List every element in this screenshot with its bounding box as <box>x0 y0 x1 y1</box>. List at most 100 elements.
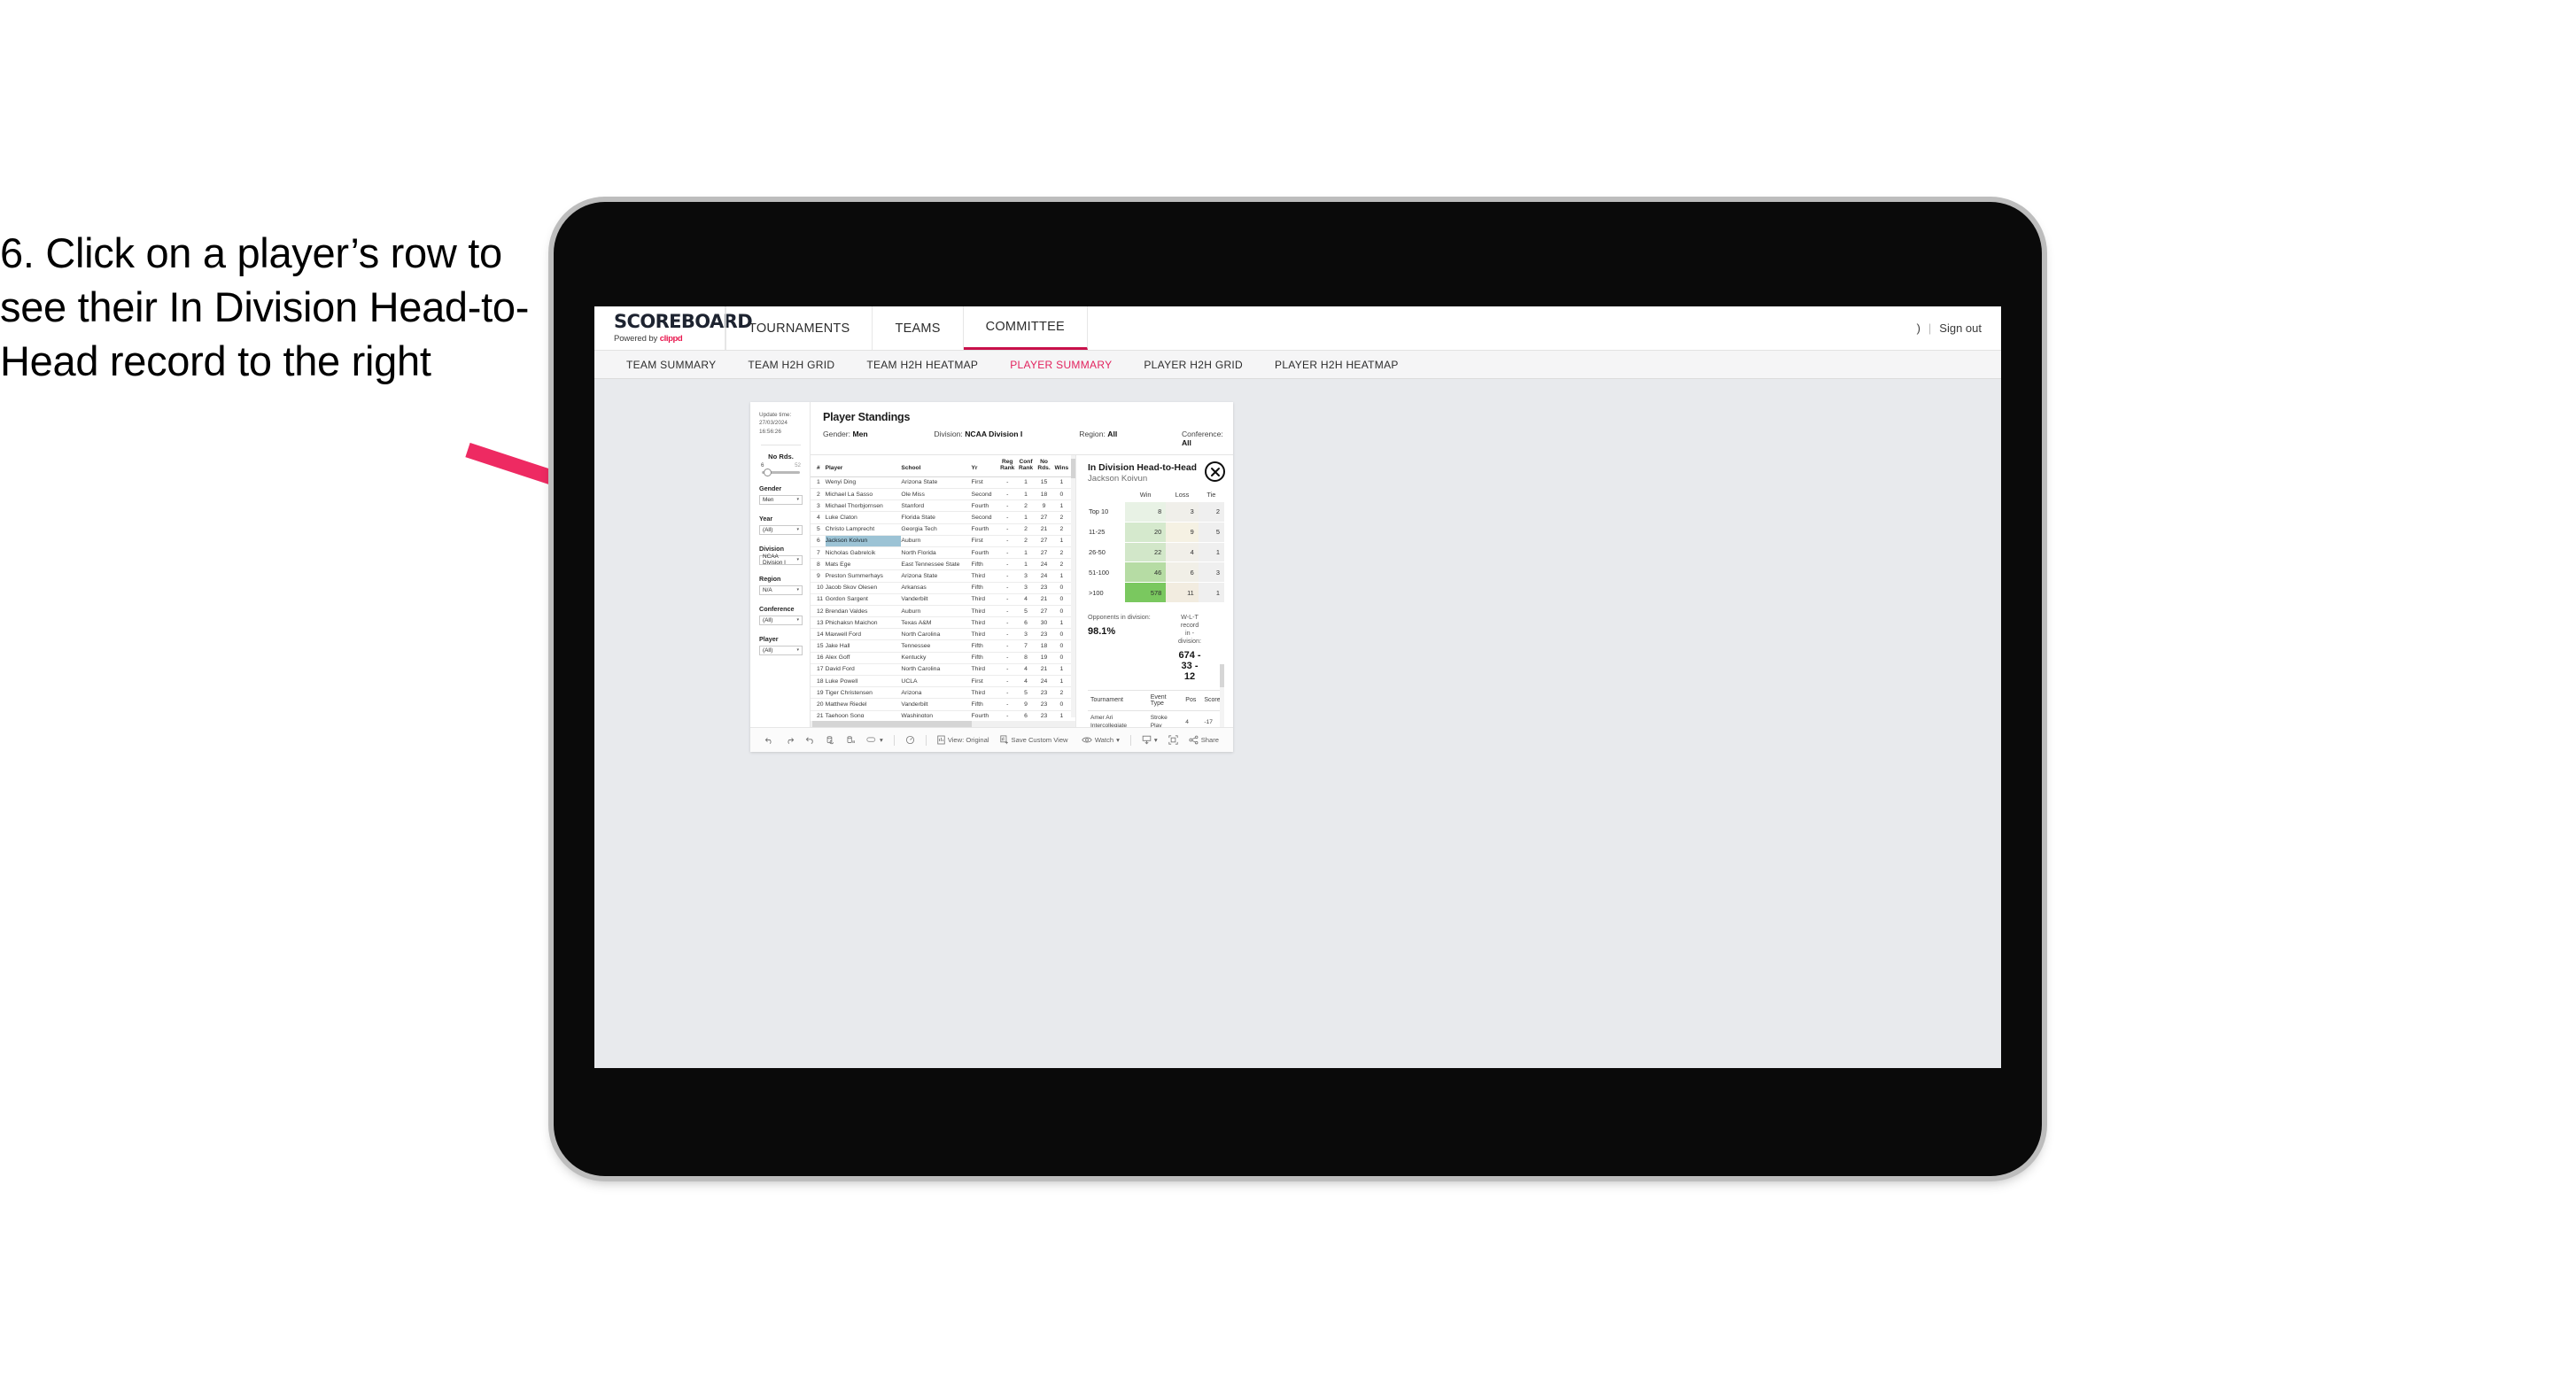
table-row[interactable]: 18 Luke Powell UCLA First -4 24 1 <box>811 675 1071 688</box>
filter-year-select[interactable]: (All) ▾ <box>759 524 803 535</box>
table-row[interactable]: 2 Michael La Sasso Ole Miss Second -1 18 0 <box>811 488 1071 501</box>
col-rank[interactable]: # <box>811 455 826 477</box>
col-reg-rank[interactable]: Reg Rank <box>998 455 1018 477</box>
no-rounds-slider-handle[interactable] <box>764 468 772 476</box>
scoreboard-logo[interactable]: SCOREBOARD Powered by clippd <box>594 306 753 350</box>
table-row[interactable]: 16 Alex Goff Kentucky Fifth -8 19 0 <box>811 652 1071 664</box>
save-custom-view-button[interactable]: Save Custom View <box>995 735 1074 745</box>
table-row[interactable]: 12 Brendan Valdes Auburn Third -5 27 0 <box>811 605 1071 618</box>
pause-updates-icon[interactable] <box>841 735 861 745</box>
table-row[interactable]: 19 Tiger Christensen Arizona Third -5 23 2 <box>811 686 1071 700</box>
update-time-value: 27/03/2024 16:56:26 <box>759 420 788 435</box>
col-tournament[interactable]: Tournament <box>1088 689 1148 711</box>
table-row[interactable]: 11 Gordon Sargent Vanderbilt Third -4 21 0 <box>811 593 1071 606</box>
col-conf-rank[interactable]: Conf Rank <box>1017 455 1036 477</box>
table-row[interactable]: 9 Preston Summerhays Arizona State Third -3 2… <box>811 569 1071 583</box>
no-rounds-filter[interactable]: No Rds. 6 52 <box>759 453 803 476</box>
table-row[interactable]: 7 Nicholas Gabrelcik North Florida Fourth -1… <box>811 546 1071 560</box>
cell-wins: 2 <box>1053 546 1071 560</box>
summary-region-value: All <box>1107 430 1118 438</box>
tab-team-h2h-heatmap[interactable]: TEAM H2H HEATMAP <box>850 359 994 371</box>
standings-horizontal-scrollbar[interactable] <box>811 721 1075 727</box>
filter-gender: Gender Men ▾ <box>759 484 803 505</box>
table-row[interactable]: 5 Christo Lamprecht Georgia Tech Fourth -2 21… <box>811 523 1071 536</box>
filter-player-select[interactable]: (All) ▾ <box>759 645 803 655</box>
player-standings-table-wrapper: # Player School Yr Reg Rank Conf Rank No… <box>811 455 1076 727</box>
col-event-type[interactable]: Event Type <box>1147 689 1183 711</box>
table-row[interactable]: 17 David Ford North Carolina Third -4 21 1 <box>811 663 1071 677</box>
tab-player-summary[interactable]: PLAYER SUMMARY <box>994 359 1128 371</box>
slideshow-icon[interactable] <box>900 735 920 745</box>
col-yr[interactable]: Yr <box>971 455 999 477</box>
close-circle-icon[interactable] <box>1205 461 1225 482</box>
table-row[interactable]: 14 Maxwell Ford North Carolina Third -3 23 0 <box>811 628 1071 641</box>
h2h-record-table: Win Loss Tie Top 10 8 3 2 11-25 20 9 5 26-50 22 4 1… <box>1088 491 1224 602</box>
h2h-band-label: 26-50 <box>1088 541 1125 562</box>
cell-player: Phichaksn Maichon <box>825 616 902 630</box>
col-school[interactable]: School <box>901 455 972 477</box>
table-row[interactable]: 20 Matthew Riedel Vanderbilt Fifth -9 23 0 <box>811 698 1071 711</box>
cell-wins: 2 <box>1053 511 1071 524</box>
filter-conference-select[interactable]: (All) ▾ <box>759 615 803 625</box>
cell-yr: Third <box>971 663 999 677</box>
chevron-down-icon: ▾ <box>796 527 799 533</box>
nav-teams[interactable]: TEAMS <box>873 306 964 350</box>
filter-conference-label: Conference <box>759 604 795 613</box>
scrollbar-thumb[interactable] <box>812 721 972 727</box>
redo-icon[interactable] <box>780 735 800 745</box>
table-row[interactable]: 8 Mats Ege East Tennessee State Fifth -1 24 2 <box>811 558 1071 571</box>
chevron-down-icon: ▾ <box>796 587 799 593</box>
fullscreen-icon[interactable] <box>1163 735 1183 745</box>
filter-division-select[interactable]: NCAA Division I ▾ <box>759 554 803 566</box>
filter-region: Region N/A ▾ <box>759 575 803 595</box>
cell-yr: First <box>971 675 999 688</box>
table-row[interactable]: 3 Michael Thorbjornsen Stanford Fourth -2 9 1 <box>811 499 1071 513</box>
summary-gender-label: Gender: <box>823 430 853 438</box>
tab-player-h2h-heatmap[interactable]: PLAYER H2H HEATMAP <box>1259 359 1415 371</box>
col-pos[interactable]: Pos <box>1183 689 1202 711</box>
highlight-icon[interactable]: ▾ <box>861 736 888 744</box>
no-rounds-slider-track[interactable] <box>762 468 800 476</box>
standings-vertical-scrollbar[interactable] <box>1071 455 1075 717</box>
h2h-tie-value: 3 <box>1198 561 1224 583</box>
tab-player-h2h-grid[interactable]: PLAYER H2H GRID <box>1128 359 1259 371</box>
table-row[interactable]: 10 Jacob Skov Olesen Arkansas Fifth -3 23 0 <box>811 582 1071 594</box>
filter-gender-select[interactable]: Men ▾ <box>759 494 803 505</box>
watch-button[interactable]: Watch ▾ <box>1076 736 1125 744</box>
undo-icon[interactable] <box>759 735 780 745</box>
refresh-data-icon[interactable] <box>820 735 841 745</box>
table-row[interactable]: 21 Taehoon Song Washington Fourth -6 23 1 <box>811 710 1071 717</box>
share-button[interactable]: Share <box>1183 735 1224 745</box>
scrollbar-thumb[interactable] <box>1220 664 1224 687</box>
sign-out-link[interactable]: Sign out <box>1939 321 1982 335</box>
table-row[interactable]: 6 Jackson Koivun Auburn First -2 27 1 <box>811 535 1071 547</box>
cell-conf-rank: 5 <box>1017 686 1036 700</box>
filter-region-select[interactable]: N/A ▾ <box>759 585 803 595</box>
table-row[interactable]: 1 Wenyi Ding Arizona State First -1 15 1 <box>811 476 1071 490</box>
revert-icon[interactable] <box>800 735 820 745</box>
view-original-button[interactable]: View: Original <box>932 735 995 745</box>
col-player[interactable]: Player <box>825 455 902 477</box>
cell-yr: Fifth <box>971 652 999 664</box>
tournament-vertical-scrollbar[interactable] <box>1220 664 1224 727</box>
cell-yr: Third <box>971 616 999 630</box>
tab-team-h2h-grid[interactable]: TEAM H2H GRID <box>732 359 850 371</box>
update-time-label: Update time: <box>759 412 792 418</box>
table-row[interactable]: 4 Luke Claton Florida State Second -1 27 2 <box>811 511 1071 524</box>
cell-school: Washington <box>901 710 972 717</box>
tab-team-summary[interactable]: TEAM SUMMARY <box>610 359 732 371</box>
tablet-screen: SCOREBOARD Powered by clippd TOURNAMENTS… <box>594 306 2001 1068</box>
table-row[interactable]: 13 Phichaksn Maichon Texas A&M Third -6 30 1 <box>811 616 1071 630</box>
nav-tournaments[interactable]: TOURNAMENTS <box>725 306 873 350</box>
col-wins[interactable]: Wins <box>1053 455 1071 477</box>
nav-committee[interactable]: COMMITTEE <box>963 306 1088 350</box>
cell-yr: Fifth <box>971 639 999 653</box>
scrollbar-thumb[interactable] <box>1071 459 1075 478</box>
col-no-rds[interactable]: No Rds. <box>1036 455 1054 477</box>
tournament-row[interactable]: Amer Ari Intercollegiate Stroke Play 4 -17 <box>1088 710 1224 727</box>
download-button[interactable]: ▾ <box>1137 735 1163 745</box>
cell-conf-rank: 4 <box>1017 593 1036 606</box>
cell-wins: 1 <box>1053 675 1071 688</box>
table-row[interactable]: 15 Jake Hall Tennessee Fifth -7 18 0 <box>811 639 1071 653</box>
summary-division: Division: NCAA Division I <box>934 430 1079 447</box>
